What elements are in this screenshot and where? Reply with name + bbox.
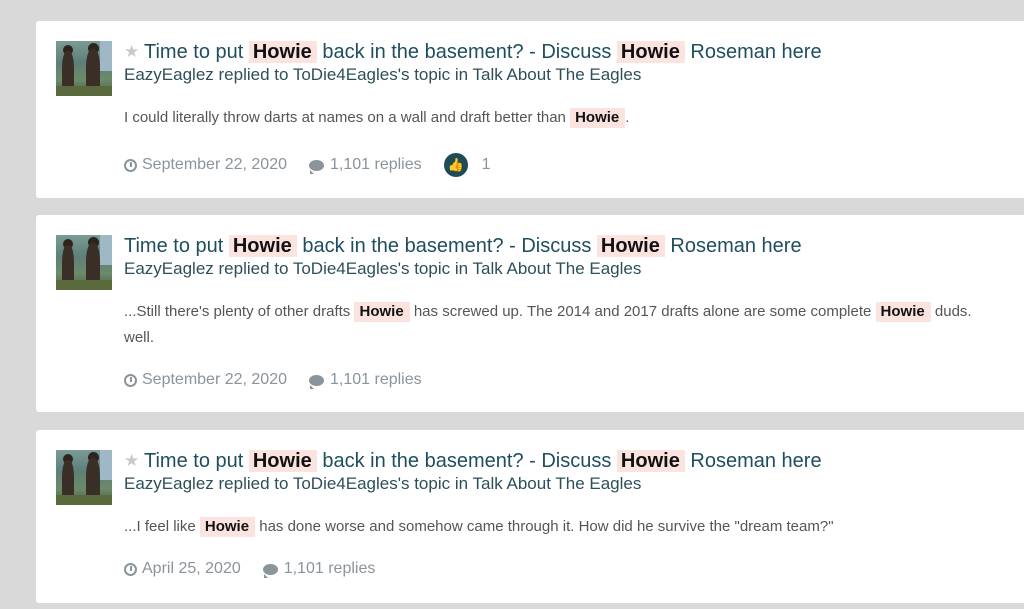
thumbs-up-icon[interactable]: 👍 (443, 153, 468, 177)
result-stats: September 22, 2020 1,101 replies 👍 1 (124, 153, 491, 177)
search-result-card: Time to put Howie back in the basement? … (36, 215, 1024, 412)
comment-icon (309, 159, 324, 174)
result-date: April 25, 2020 (124, 560, 241, 578)
result-snippet: I could literally throw darts at names o… (124, 108, 630, 128)
search-result-card: ★ Time to put Howie back in the basement?… (36, 21, 1024, 198)
result-date: September 22, 2020 (124, 156, 287, 174)
search-highlight: Howie (616, 41, 685, 63)
clock-icon (124, 373, 137, 387)
reply-count[interactable]: 1,101 replies (309, 156, 422, 174)
result-date: September 22, 2020 (124, 371, 287, 389)
search-highlight: Howie (248, 41, 317, 63)
clock-icon (124, 158, 137, 172)
result-stats: April 25, 2020 1,101 replies (124, 560, 397, 578)
search-highlight: Howie (875, 302, 931, 322)
star-icon: ★ (124, 42, 140, 61)
result-meta[interactable]: EazyEaglez replied to ToDie4Eagles's top… (124, 65, 641, 85)
star-icon: ★ (124, 451, 140, 470)
result-meta[interactable]: EazyEaglez replied to ToDie4Eagles's top… (124, 259, 641, 279)
search-highlight: Howie (354, 302, 410, 322)
result-meta[interactable]: EazyEaglez replied to ToDie4Eagles's top… (124, 474, 641, 494)
search-highlight: Howie (248, 450, 317, 472)
topic-title-link[interactable]: ★ Time to put Howie back in the basement?… (124, 40, 822, 64)
avatar[interactable] (56, 235, 112, 290)
search-highlight: Howie (570, 108, 626, 128)
result-snippet: ...Still there's plenty of other drafts … (124, 302, 972, 346)
topic-title-link[interactable]: ★ Time to put Howie back in the basement?… (124, 449, 822, 473)
search-highlight: Howie (616, 450, 685, 472)
comment-icon (262, 563, 278, 578)
comment-icon (309, 374, 324, 389)
clock-icon (124, 562, 137, 576)
search-result-card: ★ Time to put Howie back in the basement?… (36, 430, 1024, 603)
reaction-count[interactable]: 1 (482, 156, 491, 174)
result-stats: September 22, 2020 1,101 replies (124, 371, 444, 389)
avatar[interactable] (56, 450, 112, 505)
reply-count[interactable]: 1,101 replies (262, 560, 375, 578)
topic-title-link[interactable]: Time to put Howie back in the basement? … (124, 234, 802, 258)
avatar[interactable] (56, 41, 112, 96)
search-highlight: Howie (228, 235, 297, 257)
search-highlight: Howie (596, 235, 665, 257)
result-snippet: ...I feel like Howie has done worse and … (124, 517, 834, 537)
search-highlight: Howie (199, 517, 256, 537)
reply-count[interactable]: 1,101 replies (309, 371, 422, 389)
